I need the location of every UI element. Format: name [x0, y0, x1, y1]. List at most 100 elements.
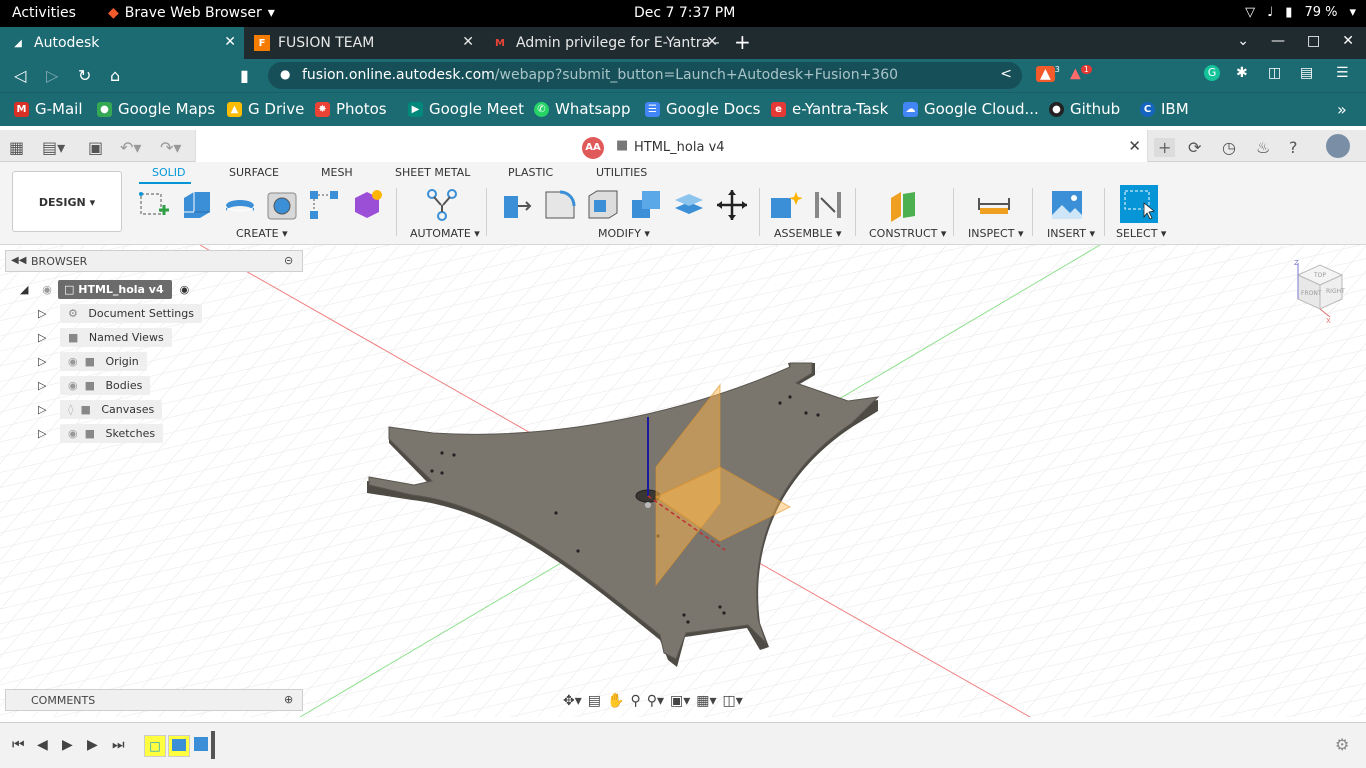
close-icon[interactable]: ✕: [224, 34, 236, 50]
tab-sheet-metal[interactable]: SHEET METAL: [395, 166, 470, 179]
add-comment-icon[interactable]: ⊕: [284, 693, 293, 706]
timeline-sketch-icon[interactable]: □: [144, 735, 166, 757]
expand-icon[interactable]: ▷: [38, 331, 60, 344]
look-at-icon[interactable]: ▤: [588, 693, 601, 709]
avatar[interactable]: AA: [582, 137, 604, 159]
expand-icon[interactable]: ▷: [38, 307, 60, 320]
bookmark-icon[interactable]: ▮: [240, 66, 249, 85]
grid-settings-icon[interactable]: ▦▾: [696, 693, 716, 709]
grammarly-icon[interactable]: G: [1204, 65, 1220, 81]
gear-icon[interactable]: ⚙: [1335, 735, 1349, 754]
joint-icon[interactable]: [811, 188, 845, 222]
activities-button[interactable]: Activities: [12, 5, 76, 21]
pan-icon[interactable]: ✋: [607, 693, 624, 709]
timeline-marker[interactable]: [211, 731, 215, 759]
comments-panel-header[interactable]: COMMENTS ⊕: [5, 689, 303, 711]
create-group-label[interactable]: CREATE ▾: [236, 227, 288, 240]
timeline-extrude-icon[interactable]: [194, 737, 208, 751]
brave-rewards-icon[interactable]: ▲ 1: [1070, 65, 1092, 82]
help-icon[interactable]: ?: [1289, 138, 1298, 157]
system-tray[interactable]: ▽ ♩ ▮ 79 % ▾: [1245, 5, 1356, 20]
select-group-label[interactable]: SELECT ▾: [1116, 227, 1166, 240]
job-status-icon[interactable]: ◷: [1222, 138, 1236, 157]
collapse-panel-icon[interactable]: ◀◀: [11, 255, 26, 266]
tab-fusion-team[interactable]: F FUSION TEAM ✕: [244, 27, 482, 59]
go-to-end-icon[interactable]: ⏭: [112, 737, 125, 753]
step-forward-icon[interactable]: ▶: [87, 737, 98, 753]
menu-icon[interactable]: ☰: [1336, 65, 1349, 81]
insert-group-label[interactable]: INSERT ▾: [1047, 227, 1095, 240]
document-tab[interactable]: AA ■ HTML_hola v4 ✕: [195, 130, 1148, 162]
activate-radio-icon[interactable]: ◉: [180, 283, 190, 296]
bookmark-e-yantra-task[interactable]: e e-Yantra-Task: [771, 100, 888, 118]
zoom-icon[interactable]: ⚲: [630, 693, 640, 709]
tab-admin-privilege[interactable]: M Admin privilege for E-Yantra - ✕: [482, 27, 726, 59]
extensions-icon[interactable]: ⟳: [1188, 138, 1201, 157]
bookmark-photos[interactable]: ✸ Photos: [315, 100, 387, 118]
extrude-icon[interactable]: [180, 188, 214, 222]
expand-icon[interactable]: ◢: [20, 283, 36, 296]
display-settings-icon[interactable]: ▣▾: [670, 693, 690, 709]
tab-surface[interactable]: SURFACE: [229, 166, 279, 179]
bookmark-gmail[interactable]: M G-Mail: [14, 100, 83, 118]
pattern-icon[interactable]: [307, 188, 341, 222]
automate-group-label[interactable]: AUTOMATE ▾: [410, 227, 480, 240]
construct-group-label[interactable]: CONSTRUCT ▾: [869, 227, 946, 240]
close-icon[interactable]: ✕: [1342, 33, 1354, 49]
address-bar[interactable]: ● fusion.online.autodesk.com/webapp?subm…: [268, 62, 1022, 89]
tree-item-bodies[interactable]: ▷ ◉ ■ Bodies: [38, 375, 151, 395]
model-viewport[interactable]: [0, 245, 1366, 717]
app-grid-icon[interactable]: ▦: [9, 138, 24, 157]
maximize-icon[interactable]: □: [1307, 33, 1320, 49]
new-tab-button[interactable]: +: [734, 30, 751, 54]
tree-item-canvases[interactable]: ▷ ◊ ■ Canvases: [38, 399, 163, 419]
minimize-icon[interactable]: —: [1271, 33, 1285, 49]
bookmark-whatsapp[interactable]: ✆ Whatsapp: [534, 100, 630, 118]
inspect-group-label[interactable]: INSPECT ▾: [968, 227, 1023, 240]
select-icon[interactable]: [1120, 185, 1158, 223]
share-icon[interactable]: <: [1000, 66, 1012, 82]
tree-root[interactable]: ◢ ◉ □ HTML_hola v4 ◉: [20, 279, 189, 299]
forward-icon[interactable]: ▷: [46, 66, 58, 85]
minimize-panel-icon[interactable]: ⊝: [284, 254, 293, 267]
press-pull-icon[interactable]: [500, 188, 534, 222]
save-icon[interactable]: ▣: [88, 138, 103, 157]
modify-group-label[interactable]: MODIFY ▾: [598, 227, 650, 240]
tree-item-sketches[interactable]: ▷ ◉ ■ Sketches: [38, 423, 164, 443]
redo-icon[interactable]: ↷▾: [160, 138, 181, 157]
new-document-icon[interactable]: +: [1154, 138, 1176, 157]
tab-plastic[interactable]: PLASTIC: [508, 166, 553, 179]
undo-icon[interactable]: ↶▾: [120, 138, 141, 157]
file-menu-icon[interactable]: ▤▾: [42, 138, 65, 157]
offset-face-icon[interactable]: [672, 188, 706, 222]
back-icon[interactable]: ◁: [14, 66, 26, 85]
viewports-icon[interactable]: ◫▾: [723, 693, 743, 709]
construct-plane-icon[interactable]: [887, 188, 921, 222]
app-menu[interactable]: ◆ Brave Web Browser ▾: [108, 5, 275, 21]
tab-solid[interactable]: SOLID: [152, 166, 185, 179]
expand-icon[interactable]: ▷: [38, 427, 60, 440]
move-icon[interactable]: [715, 188, 749, 222]
bookmarks-overflow-icon[interactable]: »: [1337, 100, 1347, 119]
timeline-canvas-icon[interactable]: [168, 735, 190, 757]
measure-icon[interactable]: [977, 188, 1011, 222]
tree-item-document-settings[interactable]: ▷ ⚙ Document Settings: [38, 303, 202, 323]
home-icon[interactable]: ⌂: [110, 66, 120, 85]
bookmark-google-docs[interactable]: ☰ Google Docs: [645, 100, 760, 118]
workspace-switcher[interactable]: DESIGN ▾: [12, 171, 122, 232]
bookmark-g-drive[interactable]: ▲ G Drive: [227, 100, 304, 118]
viewcube[interactable]: TOP FRONT RIGHT Z X: [1290, 257, 1352, 325]
expand-icon[interactable]: ▷: [38, 379, 60, 392]
bookmark-ibm[interactable]: C IBM: [1140, 100, 1189, 118]
tab-mesh[interactable]: MESH: [321, 166, 353, 179]
play-icon[interactable]: ▶: [62, 737, 73, 753]
bookmark-google-cloud[interactable]: ☁ Google Cloud...: [903, 100, 1039, 118]
orbit-icon[interactable]: ✥▾: [563, 693, 582, 709]
wallet-icon[interactable]: ▤: [1300, 65, 1313, 81]
expand-icon[interactable]: ▷: [38, 403, 60, 416]
fit-icon[interactable]: ⚲▾: [647, 693, 664, 709]
tree-item-origin[interactable]: ▷ ◉ ■ Origin: [38, 351, 147, 371]
user-avatar[interactable]: [1326, 134, 1350, 158]
brave-shields-icon[interactable]: ▲ 3: [1036, 65, 1060, 82]
chevron-down-icon[interactable]: ⌄: [1237, 33, 1249, 49]
